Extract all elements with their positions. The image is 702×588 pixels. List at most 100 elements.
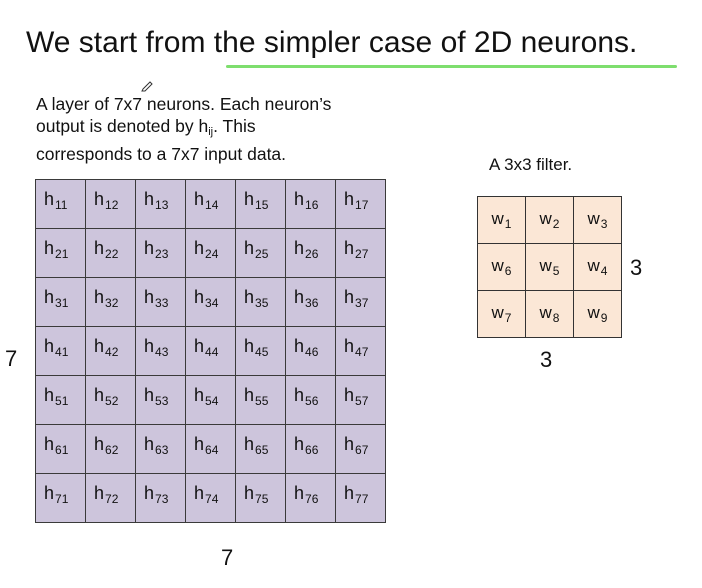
neuron-cell: h21	[35, 228, 86, 278]
pencil-icon	[141, 81, 153, 92]
neuron-subscript: 24	[205, 247, 219, 261]
filter-symbol: w	[587, 209, 600, 228]
neuron-cell: h73	[135, 473, 186, 523]
neuron-subscript: 33	[155, 296, 169, 310]
neuron-symbol: h	[244, 385, 255, 405]
neuron-cell: h44	[185, 326, 236, 376]
description-line-2-suffix: . This	[213, 116, 256, 136]
neuron-symbol: h	[144, 434, 155, 454]
neuron-row: h41 h42 h43 h44 h45 h46 h47	[35, 326, 386, 376]
neuron-subscript: 52	[105, 394, 119, 408]
neuron-cell: h41	[35, 326, 86, 376]
neuron-subscript: 53	[155, 394, 169, 408]
neuron-symbol: h	[144, 287, 155, 307]
neuron-symbol: h	[194, 287, 205, 307]
neuron-symbol: h	[194, 483, 205, 503]
neuron-cell: h24	[185, 228, 236, 278]
neuron-subscript: 42	[105, 345, 119, 359]
neuron-row: h71 h72 h73 h74 h75 h76 h77	[35, 473, 386, 523]
neuron-symbol: h	[44, 434, 55, 454]
neuron-symbol: h	[244, 287, 255, 307]
neuron-symbol: h	[44, 385, 55, 405]
neuron-subscript: 72	[105, 492, 119, 506]
neuron-subscript: 73	[155, 492, 169, 506]
neuron-symbol: h	[44, 189, 55, 209]
grid-cols-label: 7	[221, 545, 234, 570]
neuron-cell: h52	[85, 375, 136, 425]
neuron-cell: h47	[335, 326, 386, 376]
neuron-grid: h11 h12 h13 h14 h15 h16 h17 h21 h22 h23 h24 h25 h26 h…	[35, 179, 386, 523]
neuron-cell: h33	[135, 277, 186, 327]
neuron-subscript: 54	[205, 394, 219, 408]
neuron-cell: h32	[85, 277, 136, 327]
neuron-subscript: 23	[155, 247, 169, 261]
neuron-cell: h75	[235, 473, 286, 523]
neuron-cell: h17	[335, 179, 386, 229]
filter-symbol: w	[539, 209, 552, 228]
neuron-subscript: 25	[255, 247, 269, 261]
neuron-subscript: 26	[305, 247, 319, 261]
neuron-symbol: h	[144, 189, 155, 209]
neuron-symbol: h	[294, 189, 305, 209]
neuron-symbol: h	[144, 238, 155, 258]
neuron-subscript: 67	[355, 443, 369, 457]
neuron-symbol: h	[94, 287, 105, 307]
neuron-subscript: 56	[305, 394, 319, 408]
neuron-cell: h14	[185, 179, 236, 229]
neuron-symbol: h	[194, 434, 205, 454]
grid-rows-label: 7	[5, 346, 18, 371]
neuron-cell: h64	[185, 424, 236, 474]
filter-subscript: 8	[552, 311, 560, 325]
neuron-subscript: 63	[155, 443, 169, 457]
neuron-symbol: h	[294, 238, 305, 258]
neuron-symbol: h	[294, 287, 305, 307]
neuron-cell: h36	[285, 277, 336, 327]
neuron-symbol: h	[44, 238, 55, 258]
filter-row: w1 w2 w3	[477, 196, 622, 244]
neuron-symbol: h	[94, 483, 105, 503]
neuron-symbol: h	[194, 385, 205, 405]
neuron-cell: h43	[135, 326, 186, 376]
neuron-subscript: 74	[205, 492, 219, 506]
neuron-cell: h11	[35, 179, 86, 229]
neuron-symbol: h	[344, 189, 355, 209]
neuron-cell: h26	[285, 228, 336, 278]
neuron-subscript: 55	[255, 394, 269, 408]
neuron-symbol: h	[94, 385, 105, 405]
layer-description: A layer of 7x7 neurons. Each neuron’s ou…	[36, 93, 406, 165]
neuron-subscript: 27	[355, 247, 369, 261]
filter-rows-label: 3	[630, 255, 643, 280]
filter-cell: w7	[477, 290, 526, 338]
neuron-symbol: h	[244, 483, 255, 503]
filter-cell: w3	[573, 196, 622, 244]
neuron-symbol: h	[344, 483, 355, 503]
neuron-cell: h65	[235, 424, 286, 474]
neuron-cell: h62	[85, 424, 136, 474]
slide-title: We start from the simpler case of 2D neu…	[26, 26, 638, 59]
neuron-cell: h13	[135, 179, 186, 229]
neuron-symbol: h	[344, 287, 355, 307]
neuron-subscript: 62	[105, 443, 119, 457]
neuron-cell: h57	[335, 375, 386, 425]
description-line-1: A layer of 7x7 neurons. Each neuron’s	[36, 94, 332, 114]
neuron-cell: h66	[285, 424, 336, 474]
neuron-cell: h61	[35, 424, 86, 474]
neuron-cell: h74	[185, 473, 236, 523]
neuron-symbol: h	[194, 238, 205, 258]
description-line-2: output is denoted by hij. This	[36, 115, 406, 143]
neuron-cell: h53	[135, 375, 186, 425]
neuron-symbol: h	[94, 336, 105, 356]
neuron-cell: h72	[85, 473, 136, 523]
neuron-subscript: 75	[255, 492, 269, 506]
neuron-symbol: h	[144, 336, 155, 356]
filter-symbol: w	[491, 256, 504, 275]
filter-subscript: 2	[552, 217, 560, 231]
neuron-cell: h46	[285, 326, 336, 376]
neuron-symbol: h	[194, 336, 205, 356]
neuron-cell: h55	[235, 375, 286, 425]
neuron-cell: h34	[185, 277, 236, 327]
neuron-subscript: 12	[105, 198, 119, 212]
neuron-subscript: 64	[205, 443, 219, 457]
filter-cell: w9	[573, 290, 622, 338]
filter-cols-label: 3	[540, 347, 553, 372]
